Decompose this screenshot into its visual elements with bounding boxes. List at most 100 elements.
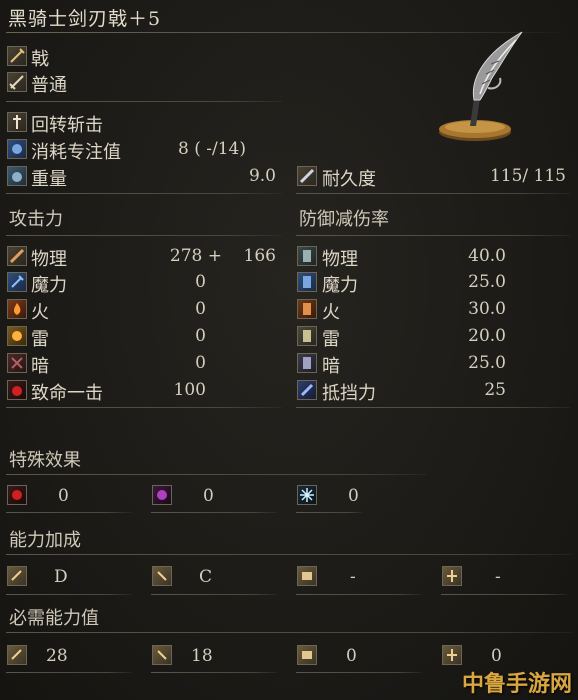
defense-header: 防御减伤率 [299,209,389,230]
defense-value: 25 [484,380,506,400]
physical-attack-icon [7,246,27,266]
divider [6,474,426,475]
requirement-value: 18 [191,646,213,666]
divider [151,512,277,513]
scaling-value: - [495,567,501,587]
attack-label: 雷 [31,329,49,350]
weapon-type-icon [7,46,27,66]
intelligence-icon [297,566,317,586]
attack-label: 火 [31,302,49,323]
divider [151,672,277,673]
defense-value: 20.0 [468,326,506,346]
defense-label: 火 [322,302,340,323]
divider [296,193,570,194]
fp-icon [7,139,27,159]
defense-label: 物理 [322,249,358,270]
durability-value: 115/ 115 [489,166,566,186]
skill-icon [7,112,27,132]
strength-icon [7,566,27,586]
attack-header: 攻击力 [9,209,63,230]
skill-label: 回转斩击 [31,115,103,136]
divider [6,632,572,633]
attack-bonus: 166 [243,246,276,266]
defense-label: 雷 [322,329,340,350]
scaling-value: C [199,567,213,587]
faith-icon [442,645,462,665]
divider [6,594,132,595]
scaling-header: 能力加成 [9,530,81,551]
divider [6,101,282,102]
scaling-value: D [54,567,68,587]
special-effect-value: 0 [203,486,214,506]
divider [151,594,277,595]
special-effect-value: 0 [58,486,69,506]
strength-icon [7,645,27,665]
attack-type-label: 普通 [31,75,67,96]
weight-label: 重量 [31,169,67,190]
divider [296,512,362,513]
divider [6,235,282,236]
divider [6,407,282,408]
weight-value: 9.0 [248,166,276,186]
attack-value: 0 [195,299,206,319]
poison-icon [152,485,172,505]
frost-icon [297,485,317,505]
dexterity-icon [152,566,172,586]
divider [441,594,567,595]
weapon-type-label: 戟 [31,49,49,70]
dark-attack-icon [7,353,27,373]
special-effect-value: 0 [348,486,359,506]
attack-value: 0 [195,272,206,292]
divider [296,407,570,408]
requirement-value: 0 [346,646,357,666]
attack-label: 物理 [31,249,67,270]
physical-defense-icon [297,246,317,266]
magic-attack-icon [7,272,27,292]
fire-defense-icon [297,299,317,319]
requirements-header: 必需能力值 [9,608,99,629]
fp-cost-label: 消耗专注值 [31,142,121,163]
lightning-attack-icon [7,326,27,346]
bleed-icon [7,485,27,505]
critical-attack-icon [7,380,27,400]
requirement-value: 0 [491,646,502,666]
divider [6,193,282,194]
defense-value: 30.0 [468,299,506,319]
divider [6,672,132,673]
divider [296,235,570,236]
faith-icon [442,566,462,586]
attack-type-icon [7,72,27,92]
dexterity-icon [152,645,172,665]
special-effects-header: 特殊效果 [9,450,81,471]
requirement-value: 28 [46,646,68,666]
durability-label: 耐久度 [322,169,376,190]
attack-label: 魔力 [31,275,67,296]
durability-icon [297,166,317,186]
defense-label: 暗 [322,356,340,377]
attack-value: 100 [173,380,206,400]
attack-value: 0 [195,326,206,346]
weight-icon [7,166,27,186]
intelligence-icon [297,645,317,665]
divider [296,672,422,673]
fp-cost-value: 8 ( -/14) [178,139,246,159]
defense-value: 25.0 [468,353,506,373]
defense-value: 25.0 [468,272,506,292]
defense-label: 抵挡力 [322,383,376,404]
divider [296,594,422,595]
scaling-value: - [350,567,356,587]
divider [6,554,572,555]
guard-boost-icon [297,380,317,400]
attack-value: 278 + [169,246,222,266]
attack-label: 暗 [31,356,49,377]
watermark: 中鲁手游网 [461,672,572,697]
defense-label: 魔力 [322,275,358,296]
attack-label: 致命一击 [31,383,103,404]
weapon-image [430,28,530,146]
lightning-defense-icon [297,326,317,346]
dark-defense-icon [297,353,317,373]
weapon-title: 黑骑士剑刃戟＋5 [8,8,162,30]
attack-value: 0 [195,353,206,373]
fire-attack-icon [7,299,27,319]
divider [6,512,132,513]
